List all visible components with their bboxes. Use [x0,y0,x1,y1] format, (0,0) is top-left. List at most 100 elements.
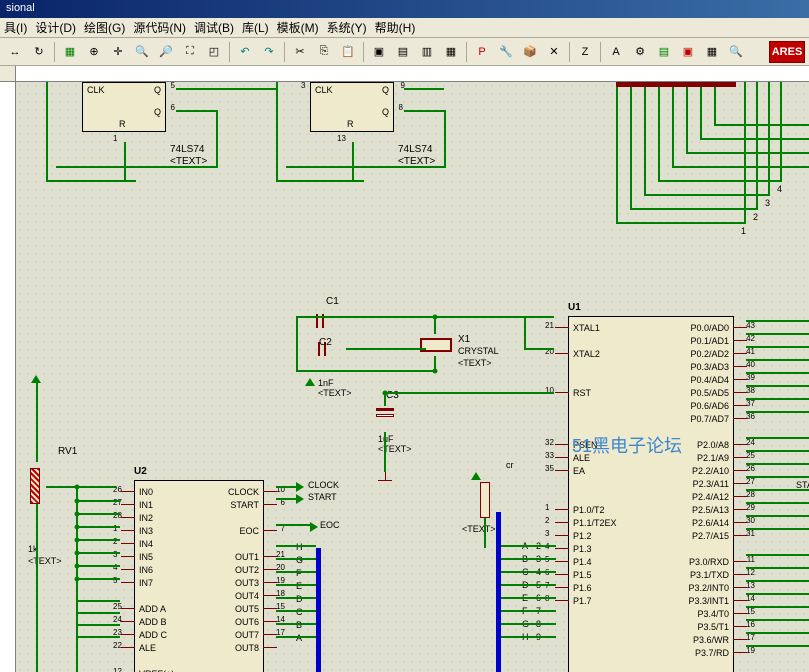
pin-label: P3.4/T0 [697,609,729,619]
schematic-canvas[interactable]: CLK Q Q R 5 6 1 74LS74 <TEXT> CLK Q Q R … [16,82,809,672]
title-bar: sional [0,0,809,18]
redo-icon[interactable]: ↷ [258,41,280,63]
ruler-vertical [0,82,16,672]
pin-num: 29 [746,503,755,512]
u4-flipflop[interactable]: CLK Q Q R 3 9 8 13 [310,82,394,132]
ruler-corner [0,66,16,82]
pin-label: IN5 [139,552,153,562]
pin-num: 33 [545,451,554,460]
pin-num: 16 [746,620,755,629]
r-resistor[interactable] [480,482,490,518]
u3-flipflop[interactable]: CLK Q Q R 5 6 1 [82,82,166,132]
copy-icon[interactable]: ⎘ [313,41,335,63]
property-icon[interactable]: ⚙ [629,41,651,63]
grid-icon[interactable]: ▦ [59,41,81,63]
zoom-in-icon[interactable]: 🔍 [131,41,153,63]
menu-template[interactable]: 模板(M) [277,19,319,36]
text-tool-icon[interactable]: A [605,41,627,63]
netlist-icon[interactable]: ▦ [701,41,723,63]
c2-cap[interactable] [316,318,338,324]
pin-num: 3 [545,529,549,538]
pin-label: P0.4/AD4 [690,375,729,385]
pin-num: 2 [545,516,549,525]
pin-label: OUT1 [235,552,259,562]
c3-cap[interactable] [378,408,392,430]
pin-label: OUT2 [235,565,259,575]
pin-label: P1.0/T2 [573,505,605,515]
pin-label: P2.4/A12 [692,492,729,502]
pin-label: OUT8 [235,643,259,653]
pin-label: IN4 [139,539,153,549]
pin-label: P0.7/AD7 [690,414,729,424]
pin-label: CLOCK [228,487,259,497]
pick-icon[interactable]: P [471,41,493,63]
pin-label: OUT4 [235,591,259,601]
erc-icon[interactable]: ▣ [677,41,699,63]
pin-label: P3.3/INT1 [688,596,729,606]
pin-num: 15 [746,607,755,616]
u4-part: 74LS74 [398,144,432,155]
menu-tools[interactable]: 具(I) [4,19,27,36]
block-move-icon[interactable]: ▤ [392,41,414,63]
menu-bar[interactable]: 具(I) 设计(D) 绘图(G) 源代码(N) 调试(B) 库(L) 模板(M)… [0,18,809,38]
pin-num: 12 [113,667,122,672]
pin-label: EOC [239,526,259,536]
origin-icon[interactable]: ⊕ [83,41,105,63]
pin-num: 26 [746,464,755,473]
pin-label: START [230,500,259,510]
pin-num: 30 [746,516,755,525]
pin-label: XTAL2 [573,349,600,359]
pin-num: 36 [746,412,755,421]
paste-icon[interactable]: 📋 [337,41,359,63]
pin-num: 25 [746,451,755,460]
menu-system[interactable]: 系统(Y) [327,19,367,36]
c2-ref: C2 [319,337,332,348]
decompose-icon[interactable]: ✕ [543,41,565,63]
menu-debug[interactable]: 调试(B) [194,19,234,36]
zoom-out-icon[interactable]: 🔎 [155,41,177,63]
pin-label: P2.7/A15 [692,531,729,541]
net-eoc: EOC [320,520,340,530]
u3-part: 74LS74 [170,144,204,155]
pin-label: P0.2/AD2 [690,349,729,359]
x1-ref: X1 [458,334,470,345]
u2-chip[interactable]: IN026IN127IN228IN31IN42IN53IN64IN75ADD A… [134,480,264,672]
menu-help[interactable]: 帮助(H) [375,19,416,36]
pin-num: 38 [746,386,755,395]
pin-num: 11 [747,555,755,564]
ares-button[interactable]: ARES [769,41,805,63]
bom-icon[interactable]: ▤ [653,41,675,63]
block-delete-icon[interactable]: ▦ [440,41,462,63]
u1-chip[interactable]: XTAL121XTAL220RST10PSEN32ALE33EA35P1.0/T… [568,316,734,672]
pin-label: P0.0/AD0 [690,323,729,333]
menu-draw[interactable]: 绘图(G) [84,19,125,36]
pin-label: IN2 [139,513,153,523]
zoom-fit-icon[interactable]: ⛶ [179,41,201,63]
undo-icon[interactable]: ↶ [234,41,256,63]
target-icon[interactable]: ✛ [107,41,129,63]
zoom-area-icon[interactable]: ◰ [203,41,225,63]
menu-design[interactable]: 设计(D) [35,19,76,36]
pin-label: P1.3 [573,544,592,554]
pin-label: P2.6/A14 [692,518,729,528]
wire-tool-icon[interactable]: Z [574,41,596,63]
rv1-pot[interactable] [30,468,40,504]
pin-label: OUT6 [235,617,259,627]
pin-num: 40 [746,360,755,369]
menu-library[interactable]: 库(L) [242,19,269,36]
menu-source[interactable]: 源代码(N) [133,19,186,36]
rotate-icon[interactable]: ↻ [28,41,50,63]
cut-icon[interactable]: ✂ [289,41,311,63]
search-icon[interactable]: 🔍 [725,41,747,63]
package-icon[interactable]: 📦 [519,41,541,63]
pin-label: P1.4 [573,557,592,567]
make-device-icon[interactable]: 🔧 [495,41,517,63]
pin-label: ADD A [139,604,166,614]
block-copy-icon[interactable]: ▣ [368,41,390,63]
pin-num: 12 [746,568,755,577]
flip-h-icon[interactable]: ↔ [4,41,26,63]
pin-num: 17 [746,633,755,642]
net-cr: cr [506,460,514,470]
block-rotate-icon[interactable]: ▥ [416,41,438,63]
watermark: 51黑电子论坛 [572,432,682,458]
